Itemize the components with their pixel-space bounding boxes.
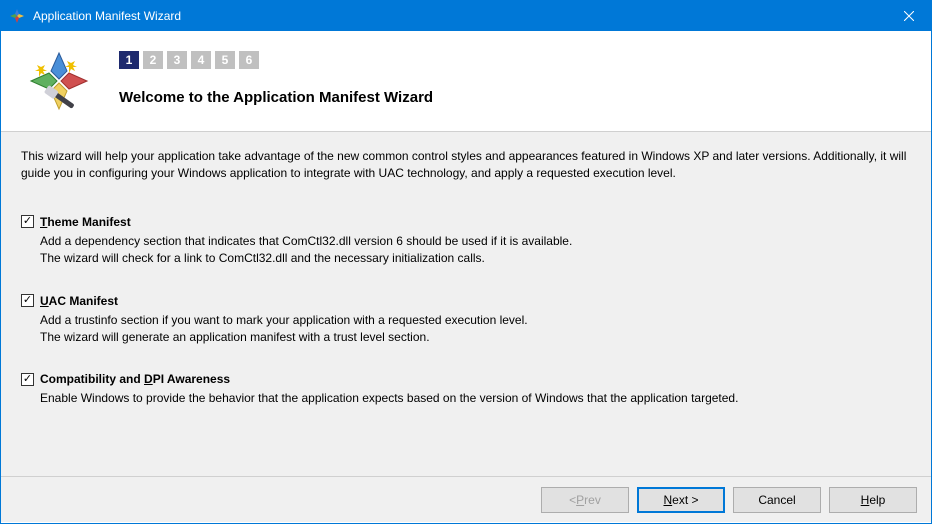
close-button[interactable] [886, 1, 931, 31]
step-4: 4 [191, 51, 211, 69]
wizard-content: This wizard will help your application t… [1, 132, 931, 476]
step-indicator: 123456 [119, 51, 911, 69]
app-icon [9, 8, 25, 24]
step-5: 5 [215, 51, 235, 69]
option-header: Compatibility and DPI Awareness [21, 372, 911, 386]
option-checkbox[interactable] [21, 373, 34, 386]
prev-button[interactable]: < Prev [541, 487, 629, 513]
option-description: Enable Windows to provide the behavior t… [40, 390, 911, 407]
step-6: 6 [239, 51, 259, 69]
option-label[interactable]: Theme Manifest [40, 215, 131, 229]
page-title: Welcome to the Application Manifest Wiza… [119, 89, 911, 106]
option-description: Add a trustinfo section if you want to m… [40, 312, 911, 347]
intro-text: This wizard will help your application t… [21, 148, 911, 183]
option-header: UAC Manifest [21, 294, 911, 308]
option-checkbox[interactable] [21, 294, 34, 307]
wizard-icon [27, 49, 91, 113]
close-icon [904, 11, 914, 21]
wizard-header: 123456 Welcome to the Application Manife… [1, 31, 931, 132]
cancel-button[interactable]: Cancel [733, 487, 821, 513]
button-bar: < Prev Next > Cancel Help [1, 476, 931, 522]
step-1: 1 [119, 51, 139, 69]
step-3: 3 [167, 51, 187, 69]
option-block: UAC Manifest Add a trustinfo section if y… [21, 294, 911, 347]
titlebar-title: Application Manifest Wizard [33, 9, 886, 23]
option-block: Compatibility and DPI Awareness Enable Wi… [21, 372, 911, 407]
option-header: Theme Manifest [21, 215, 911, 229]
option-label[interactable]: Compatibility and DPI Awareness [40, 372, 230, 386]
help-button[interactable]: Help [829, 487, 917, 513]
option-description: Add a dependency section that indicates … [40, 233, 911, 268]
step-2: 2 [143, 51, 163, 69]
option-checkbox[interactable] [21, 215, 34, 228]
option-label[interactable]: UAC Manifest [40, 294, 118, 308]
titlebar: Application Manifest Wizard [1, 1, 931, 31]
next-button[interactable]: Next > [637, 487, 725, 513]
option-block: Theme Manifest Add a dependency section t… [21, 215, 911, 268]
